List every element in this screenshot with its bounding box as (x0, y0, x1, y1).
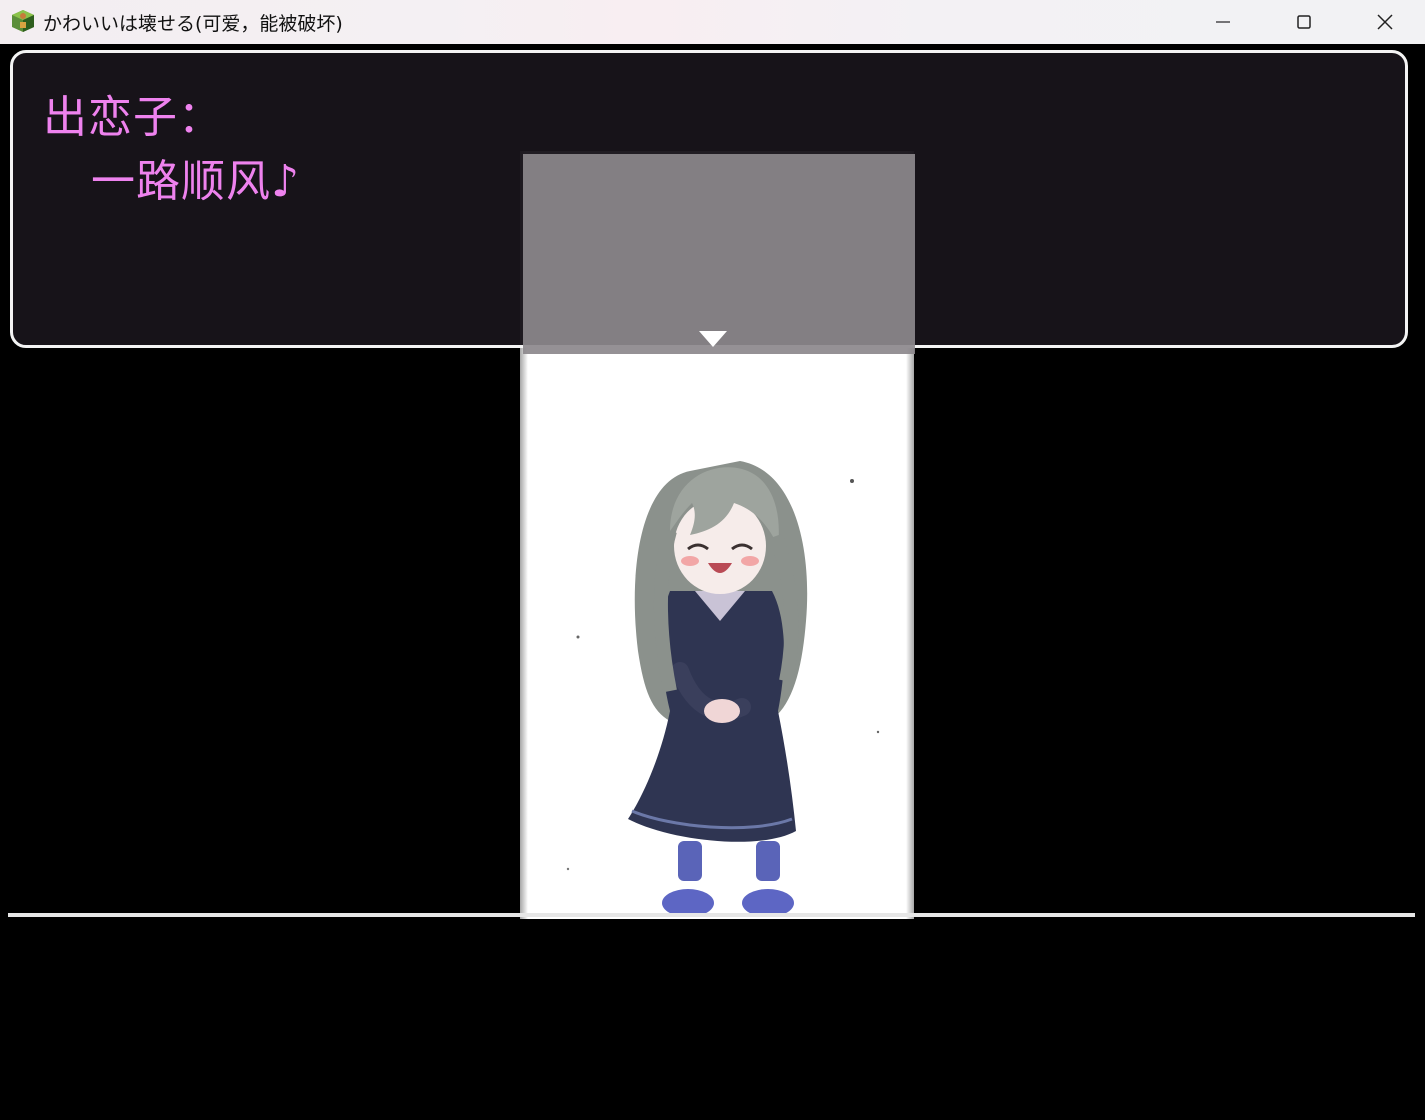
close-icon (1377, 14, 1393, 30)
stage-floor (0, 919, 1425, 1120)
game-window: かわいいは壊せる(可爱，能被破坏) 出恋子： 一路顺风♪ (0, 0, 1425, 1120)
minimize-button[interactable] (1183, 0, 1263, 44)
triangle-down-icon[interactable] (697, 329, 729, 349)
message-window[interactable]: 出恋子： 一路顺风♪ (10, 50, 1408, 354)
close-button[interactable] (1345, 0, 1425, 44)
app-icon (12, 10, 34, 32)
minimize-icon (1216, 21, 1230, 23)
window-title: かわいいは壊せる(可爱，能被破坏) (43, 13, 343, 35)
maximize-icon (1297, 15, 1311, 29)
game-screen[interactable]: 出恋子： 一路顺风♪ (0, 44, 1425, 1120)
speaker-name: 出恋子： (43, 92, 223, 143)
title-bar[interactable]: かわいいは壊せる(可爱，能被破坏) (0, 0, 1425, 44)
maximize-button[interactable] (1264, 0, 1344, 44)
stage-divider (8, 913, 1415, 917)
dialog-text: 一路顺风♪ (91, 156, 301, 207)
portrait-behind-message (523, 154, 915, 354)
